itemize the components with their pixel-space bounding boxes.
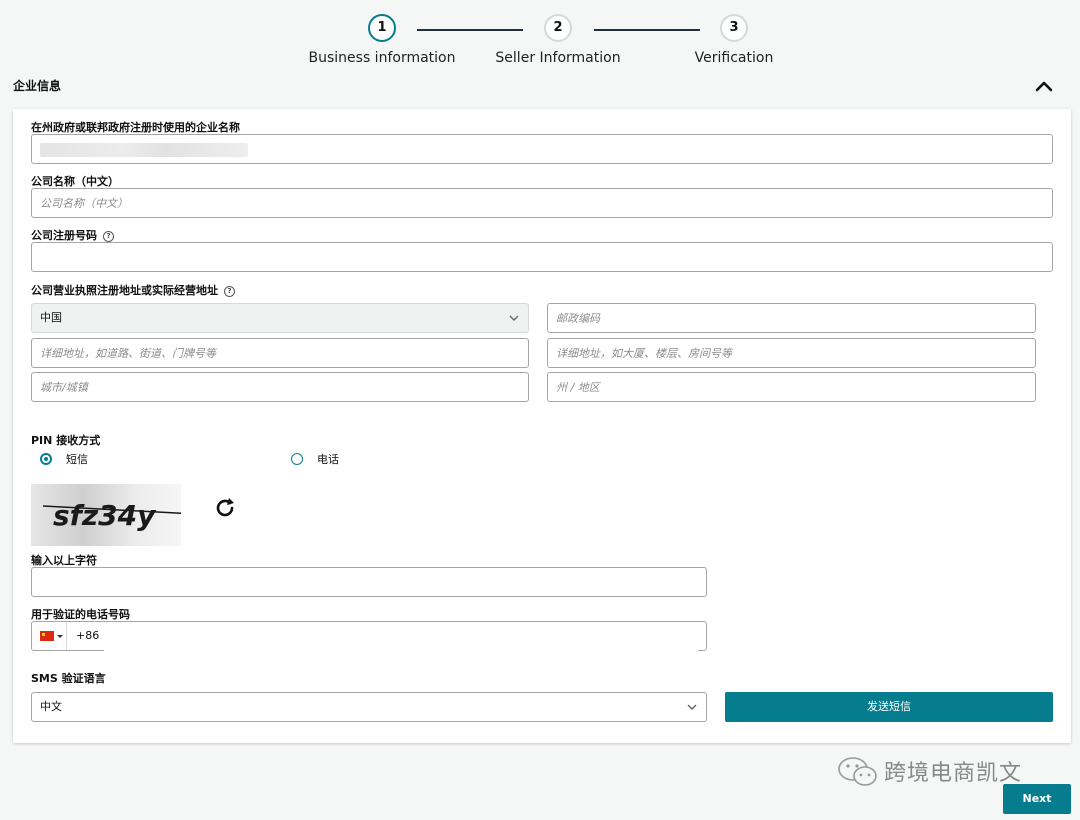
registration-number-label: 公司注册号码? <box>31 227 114 243</box>
pin-radio-phone[interactable] <box>291 453 303 465</box>
company-name-cn-label: 公司名称（中文） <box>31 175 119 188</box>
help-icon[interactable]: ? <box>103 231 114 242</box>
postal-code-input[interactable] <box>547 303 1036 333</box>
captcha-input-label: 输入以上字符 <box>31 554 97 567</box>
country-select[interactable]: 中国 <box>31 303 529 333</box>
address-label-text: 公司营业执照注册地址或实际经营地址 <box>31 284 218 297</box>
caret-down-icon <box>57 635 63 638</box>
chevron-down-icon <box>687 704 697 710</box>
company-name-cn-input[interactable] <box>31 188 1053 218</box>
step-number-3: 3 <box>720 14 748 42</box>
phone-label: 用于验证的电话号码 <box>31 608 130 621</box>
step-verification: 3 Verification <box>624 14 844 66</box>
chevron-up-icon <box>1035 81 1053 92</box>
sms-language-value: 中文 <box>40 700 62 713</box>
collapse-section-button[interactable] <box>1032 76 1056 96</box>
step-number-2: 2 <box>544 14 572 42</box>
captcha-input[interactable] <box>31 567 707 597</box>
country-code-dropdown[interactable] <box>32 622 67 650</box>
state-input[interactable] <box>547 372 1036 402</box>
help-icon[interactable]: ? <box>224 286 235 297</box>
legal-name-label: 在州政府或联邦政府注册时使用的企业名称 <box>31 121 240 134</box>
registration-number-input[interactable] <box>31 242 1053 272</box>
pin-radio-phone-label[interactable]: 电话 <box>317 451 339 467</box>
next-button[interactable]: Next <box>1003 784 1071 814</box>
step-label-3: Verification <box>694 50 774 66</box>
captcha-text: sfz34y <box>42 499 196 532</box>
progress-stepper: 1 Business information 2 Seller Informat… <box>0 0 1080 80</box>
phone-field: +86 <box>31 621 707 651</box>
address-label: 公司营业执照注册地址或实际经营地址? <box>31 282 235 298</box>
pin-method-label: PIN 接收方式 <box>31 434 101 447</box>
watermark-text: 跨境电商凯文 <box>884 761 1023 786</box>
step-number-1: 1 <box>368 14 396 42</box>
sms-language-select[interactable]: 中文 <box>31 692 707 722</box>
city-input[interactable] <box>31 372 529 402</box>
address-line1-input[interactable] <box>31 338 529 368</box>
address-line2-input[interactable] <box>547 338 1036 368</box>
legal-name-input[interactable] <box>31 134 1053 164</box>
pin-radio-sms[interactable] <box>40 453 52 465</box>
phone-number-input[interactable] <box>104 623 698 651</box>
send-sms-button[interactable]: 发送短信 <box>725 692 1053 722</box>
section-title: 企业信息 <box>13 79 62 93</box>
sms-language-label: SMS 验证语言 <box>31 672 106 685</box>
country-dial-code: +86 <box>76 629 100 642</box>
refresh-icon <box>216 498 234 517</box>
china-flag-icon <box>40 631 54 641</box>
captcha-refresh-button[interactable] <box>211 494 239 522</box>
registration-number-label-text: 公司注册号码 <box>31 229 97 242</box>
captcha-glyphs: sfz34y <box>53 499 157 532</box>
country-select-value: 中国 <box>40 311 62 324</box>
business-info-card: 在州政府或联邦政府注册时使用的企业名称 公司名称（中文） 公司注册号码? 公司营… <box>13 109 1071 743</box>
chevron-down-icon <box>509 315 519 321</box>
pin-radio-sms-label[interactable]: 短信 <box>66 451 88 467</box>
redacted-value <box>40 143 248 157</box>
captcha-image: sfz34y <box>31 484 196 546</box>
wechat-icon <box>838 757 877 786</box>
